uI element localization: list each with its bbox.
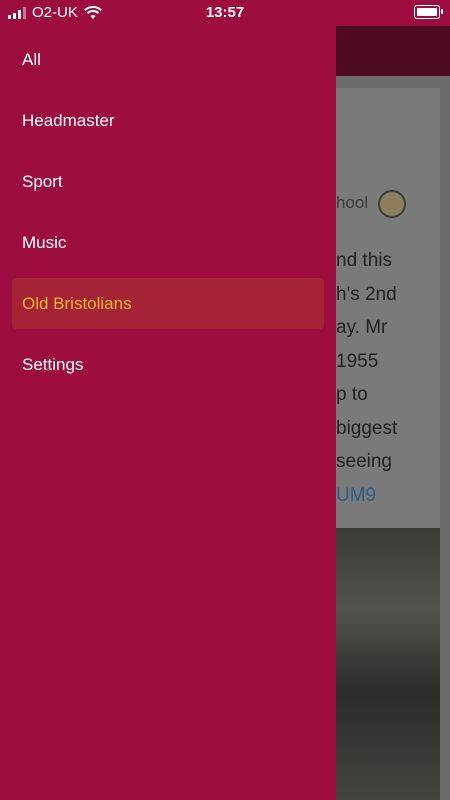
post-link[interactable]: UM9 xyxy=(336,479,440,513)
drawer-menu: All Headmaster Sport Music Old Bristolia… xyxy=(0,29,336,395)
status-bar: O2-UK 13:57 xyxy=(0,0,450,26)
post-text-line: p to xyxy=(336,384,368,405)
status-time: 13:57 xyxy=(205,4,245,21)
post-text-line: h's 2nd xyxy=(336,283,397,305)
drawer-item-headmaster[interactable]: Headmaster xyxy=(0,90,336,151)
drawer-item-old-bristolians[interactable]: Old Bristolians xyxy=(12,278,324,329)
drawer-item-sport[interactable]: Sport xyxy=(0,151,336,212)
post-text: nd this h's 2nd ay. Mr 1955 p to biggest… xyxy=(336,244,440,512)
drawer-item-all[interactable]: All xyxy=(0,29,336,90)
battery-icon xyxy=(414,5,443,19)
post-text-line: seeing xyxy=(336,451,392,472)
post-text-line: 1955 xyxy=(336,350,379,372)
drawer-item-settings[interactable]: Settings xyxy=(0,334,336,395)
school-crest-icon xyxy=(378,190,406,218)
post-text-line: biggest xyxy=(336,417,398,439)
drawer-item-music[interactable]: Music xyxy=(0,212,336,273)
post-text-line: nd this xyxy=(336,250,392,271)
post-photo[interactable] xyxy=(336,528,440,800)
post-text-line: ay. Mr xyxy=(336,317,388,338)
post-author: hool xyxy=(336,193,369,212)
navigation-drawer: All Headmaster Sport Music Old Bristolia… xyxy=(0,0,336,800)
